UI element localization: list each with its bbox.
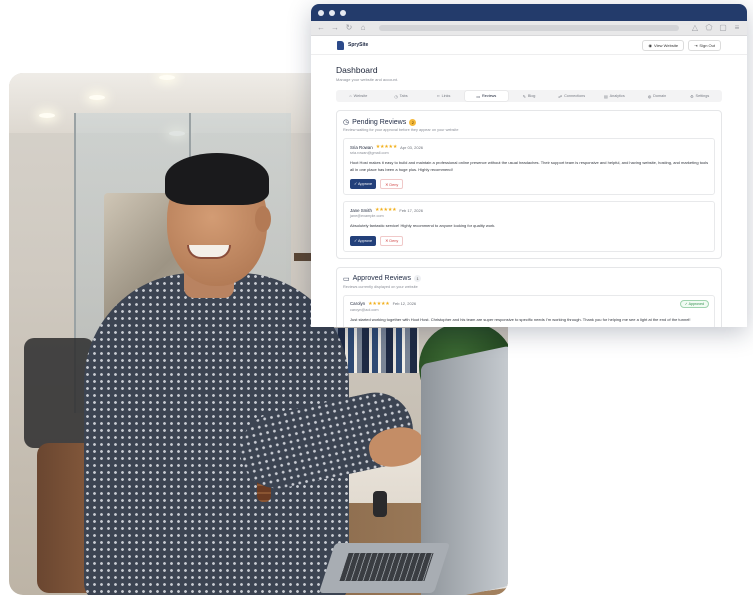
star-rating: ★★★★★ — [374, 207, 397, 213]
ceiling-light — [89, 95, 105, 100]
brand-logo-icon — [337, 40, 344, 50]
pending-reviews-title: Pending Reviews — [352, 118, 407, 126]
approve-button[interactable]: ✓ Approve — [350, 179, 377, 189]
app-header: SprySite ◉ View Website ⇥ Sign Out — [311, 36, 747, 55]
tab-label: Connections — [564, 94, 586, 98]
review-date: Apr 03, 2026 — [400, 144, 424, 150]
review-date: Feb 12, 2026 — [392, 301, 417, 306]
window-minimize-dot[interactable] — [329, 9, 335, 16]
window-maximize-dot[interactable] — [340, 9, 346, 16]
tab-label: Website — [353, 94, 368, 98]
approve-button[interactable]: ✓ Approve — [350, 235, 377, 246]
reload-icon[interactable]: ↻ — [345, 24, 353, 32]
approved-badge: ✓ Approved — [679, 299, 709, 308]
brand-name: SprySite — [348, 42, 369, 48]
review-text: Absolutely fantastic service! Highly rec… — [350, 223, 496, 228]
page-title: Dashboard — [336, 65, 378, 75]
users-icon: ☍ — [558, 94, 563, 99]
warning-icon[interactable]: △ — [691, 24, 699, 32]
reviewer-email: jane@example.com — [350, 214, 384, 218]
reviewer-email: caroyn@aol.com — [350, 307, 379, 312]
tab-analytics[interactable]: ▤ Analytics — [593, 91, 636, 101]
deny-button[interactable]: ✕ Deny — [380, 235, 404, 246]
tab-domain[interactable]: ◍ Domain — [636, 91, 679, 101]
tab-blog[interactable]: ✎ Blog — [508, 91, 551, 101]
approved-reviews-subtitle: Reviews currently displayed on your webs… — [343, 284, 418, 289]
review-item: ✓ Approved Carolyn ★★★★★ Feb 12, 2026 ca… — [343, 294, 715, 327]
deny-button[interactable]: ✕ Deny — [380, 179, 404, 189]
view-website-label: View Website — [653, 42, 679, 48]
extension-icon[interactable]: ⬠ — [705, 24, 713, 32]
ceiling-light — [159, 75, 175, 80]
tab-label: Links — [441, 94, 451, 98]
pending-count-badge: 2 — [409, 118, 417, 126]
person-ear — [255, 206, 271, 232]
menu-icon[interactable]: ≡ — [733, 24, 741, 32]
sign-out-button[interactable]: ⇥ Sign Out — [688, 39, 721, 51]
approved-reviews-title: Approved Reviews — [352, 275, 411, 282]
review-text: Just started working together with Hoot … — [350, 316, 691, 322]
pending-reviews-heading: ◷ Pending Reviews 2 — [343, 118, 715, 126]
browser-titlebar — [311, 4, 747, 21]
tab-tabs[interactable]: ◷ Tabs — [380, 91, 423, 101]
tab-label: Settings — [695, 94, 710, 98]
message-icon: ▭ — [343, 275, 350, 283]
approved-reviews-card: ▭ Approved Reviews 1 Reviews currently d… — [336, 266, 722, 327]
view-website-button[interactable]: ◉ View Website — [642, 39, 685, 51]
approved-count-badge: 1 — [414, 275, 422, 282]
review-item: Sria Rowan ★★★★★ Apr 03, 2026 sria.rowan… — [343, 138, 715, 195]
review-text: Hoot Host makes it easy to build and mai… — [350, 160, 709, 172]
reviewer-name: Jane Smith — [350, 207, 372, 213]
tab-website[interactable]: ⌂ Website — [337, 91, 380, 101]
window-close-dot[interactable] — [318, 9, 324, 16]
forward-arrow-icon[interactable]: → — [331, 24, 339, 32]
star-rating: ★★★★★ — [375, 144, 398, 150]
tab-bar: ⌂ Website ◷ Tabs ∞ Links ▭ Reviews ✎ Blog ☍ Co… — [336, 90, 722, 102]
reviewer-name: Sria Rowan — [350, 144, 373, 150]
dashboard-page: SprySite ◉ View Website ⇥ Sign Out Dashb… — [311, 36, 747, 327]
browser-window: ← → ↻ ⌂ △ ⬠ ▢ ≡ SprySite ◉ View Website … — [311, 4, 747, 327]
tab-connections[interactable]: ☍ Connections — [550, 91, 593, 101]
wristwatch — [373, 491, 387, 517]
pending-reviews-subtitle: Review waiting for your approval before … — [343, 128, 459, 132]
tab-label: Reviews — [481, 94, 497, 98]
globe-icon: ◍ — [647, 94, 652, 99]
logout-icon: ⇥ — [694, 42, 698, 48]
tab-label: Blog — [527, 94, 536, 98]
address-bar[interactable] — [379, 25, 679, 31]
browser-toolbar: ← → ↻ ⌂ △ ⬠ ▢ ≡ — [311, 21, 747, 36]
page-subtitle: Manage your website and account. — [336, 77, 399, 82]
tab-label: Domain — [653, 94, 667, 98]
approved-reviews-heading: ▭ Approved Reviews 1 — [343, 275, 715, 283]
review-date: Feb 17, 2026 — [399, 207, 423, 213]
clock-icon: ◷ — [343, 119, 350, 126]
tab-settings[interactable]: ⚙ Settings — [678, 91, 721, 101]
star-rating: ★★★★★ — [368, 300, 390, 307]
gear-icon: ⚙ — [690, 94, 694, 99]
eye-icon: ◉ — [648, 42, 652, 48]
laptop-keyboard — [339, 553, 434, 581]
tab-label: Analytics — [609, 94, 625, 98]
pending-reviews-card: ◷ Pending Reviews 2 Review waiting for y… — [336, 110, 722, 259]
ceiling-light — [39, 113, 55, 118]
house-icon: ⌂ — [349, 94, 352, 98]
tab-reviews[interactable]: ▭ Reviews — [465, 91, 508, 101]
home-icon[interactable]: ⌂ — [359, 24, 367, 32]
chart-icon: ▤ — [603, 94, 608, 99]
tab-label: Tabs — [399, 94, 408, 98]
reviewer-name: Carolyn — [350, 301, 366, 306]
link-icon: ∞ — [436, 94, 440, 98]
person-hair — [165, 153, 269, 205]
tab-links[interactable]: ∞ Links — [422, 91, 465, 101]
back-arrow-icon[interactable]: ← — [317, 24, 325, 32]
clock-icon: ◷ — [394, 94, 398, 99]
sign-out-label: Sign Out — [699, 42, 715, 48]
review-item: Jane Smith ★★★★★ Feb 17, 2026 jane@examp… — [343, 201, 715, 252]
window-icon[interactable]: ▢ — [719, 24, 727, 32]
reviewer-email: sria.rowan@gmail.com — [350, 151, 389, 155]
pen-icon: ✎ — [522, 94, 526, 99]
message-icon: ▭ — [476, 94, 480, 99]
